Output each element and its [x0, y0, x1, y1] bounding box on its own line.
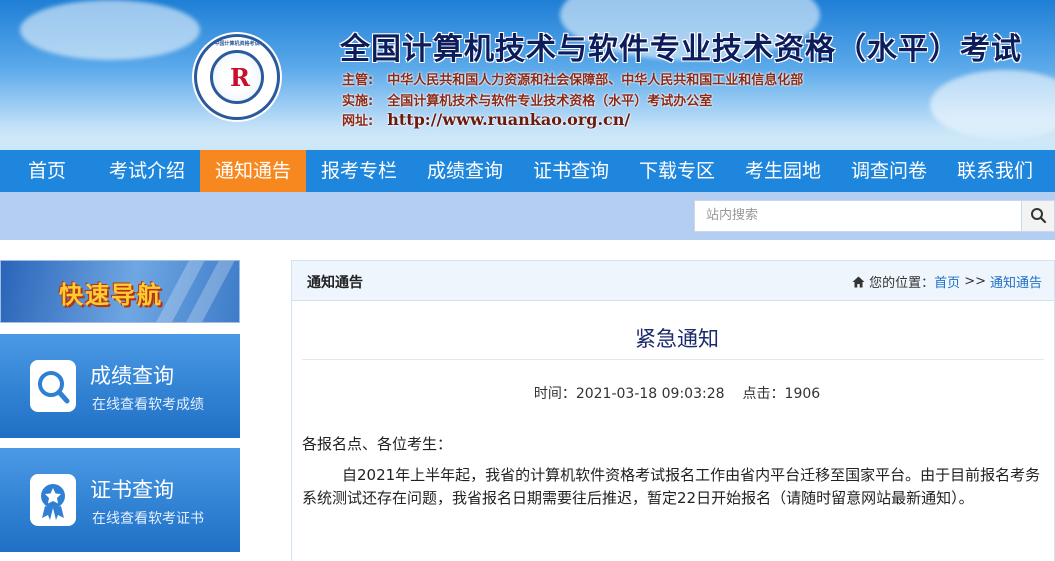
search-input[interactable]: 站内搜索 — [694, 200, 1022, 232]
article-meta: 时间：2021-03-18 09:03:28 点击：1906 — [302, 383, 1052, 403]
site-logo[interactable]: 中国计算机资格考试 R — [194, 34, 280, 120]
website-value[interactable]: http://www.ruankao.org.cn/ — [387, 110, 630, 129]
banner-cloud — [20, 0, 200, 60]
score-query-title: 成绩查询 — [90, 364, 174, 388]
nav-item-downloads[interactable]: 下载专区 — [624, 150, 730, 192]
notice-panel: 通知通告 您的位置： 首页 >> 通知通告 紧急通知 时间：2021-03-18… — [291, 260, 1055, 561]
nav-item-candidate-area[interactable]: 考生园地 — [730, 150, 836, 192]
implementer-label: 实施: — [342, 94, 374, 109]
article-clicks: 点击：1906 — [742, 386, 821, 402]
title-divider — [302, 359, 1044, 360]
nav-item-contact[interactable]: 联系我们 — [942, 150, 1048, 192]
breadcrumb: 您的位置： 首页 >> 通知通告 — [852, 272, 1042, 291]
organizer-value: 中华人民共和国人力资源和社会保障部、中华人民共和国工业和信息化部 — [387, 73, 804, 88]
quick-nav-banner: 快速导航 — [0, 260, 240, 323]
article-time: 时间：2021-03-18 09:03:28 — [533, 386, 725, 402]
breadcrumb-current-link[interactable]: 通知通告 — [990, 272, 1042, 291]
implementer-value: 全国计算机技术与软件专业技术资格（水平）考试办公室 — [387, 94, 713, 109]
implementer-line: 实施: 全国计算机技术与软件专业技术资格（水平）考试办公室 — [342, 90, 712, 109]
search-icon — [1031, 208, 1047, 224]
magnifier-document-icon — [30, 360, 76, 412]
breadcrumb-prefix: 您的位置： — [869, 276, 935, 291]
header-banner: 中国计算机资格考试 R 全国计算机技术与软件专业技术资格（水平）考试 主管: 中华… — [0, 0, 1055, 150]
score-query-tile[interactable]: 成绩查询 在线查看软考成绩 — [0, 334, 240, 438]
breadcrumb-separator: >> — [964, 274, 986, 289]
quick-nav-label: 快速导航 — [59, 281, 163, 309]
search-button[interactable] — [1021, 200, 1055, 232]
certificate-query-tile[interactable]: 证书查询 在线查看软考证书 — [0, 448, 240, 552]
website-line: 网址: http://www.ruankao.org.cn/ — [342, 110, 630, 129]
logo-emblem: R — [210, 50, 264, 104]
article-greeting: 各报名点、各位考生： — [302, 435, 453, 453]
main-nav: 首页 考试介绍 通知通告 报考专栏 成绩查询 证书查询 下载专区 考生园地 调查… — [0, 150, 1055, 192]
nav-item-exam-intro[interactable]: 考试介绍 — [94, 150, 200, 192]
nav-item-home[interactable]: 首页 — [0, 150, 94, 192]
certificate-query-subtitle: 在线查看软考证书 — [92, 511, 204, 527]
logo-ring-text: 中国计算机资格考试 — [214, 41, 260, 47]
breadcrumb-home-link[interactable]: 首页 — [934, 272, 960, 291]
nav-item-survey[interactable]: 调查问卷 — [836, 150, 942, 192]
nav-item-certificate-query[interactable]: 证书查询 — [518, 150, 624, 192]
certificate-badge-icon — [30, 474, 76, 526]
article-title: 紧急通知 — [635, 327, 719, 351]
website-label: 网址: — [342, 114, 374, 129]
nav-item-notices[interactable]: 通知通告 — [200, 150, 306, 192]
score-query-subtitle: 在线查看软考成绩 — [92, 397, 204, 413]
article-body: 各报名点、各位考生： 自2021年上半年起，我省的计算机软件资格考试报名工作由省… — [302, 433, 1042, 510]
nav-item-registration[interactable]: 报考专栏 — [306, 150, 412, 192]
organizer-label: 主管: — [342, 73, 374, 88]
search-strip: 站内搜索 — [0, 192, 1055, 240]
panel-title: 通知通告 — [307, 275, 363, 291]
nav-item-score-query[interactable]: 成绩查询 — [412, 150, 518, 192]
home-icon — [852, 276, 865, 287]
organizer-line: 主管: 中华人民共和国人力资源和社会保障部、中华人民共和国工业和信息化部 — [342, 69, 803, 88]
site-title: 全国计算机技术与软件专业技术资格（水平）考试 — [340, 32, 1022, 67]
logo-mark: R — [230, 63, 250, 92]
certificate-query-title: 证书查询 — [90, 478, 174, 502]
article-paragraph: 自2021年上半年起，我省的计算机软件资格考试报名工作由省内平台迁移至国家平台。… — [302, 466, 1041, 507]
panel-header: 通知通告 您的位置： 首页 >> 通知通告 — [292, 261, 1054, 301]
